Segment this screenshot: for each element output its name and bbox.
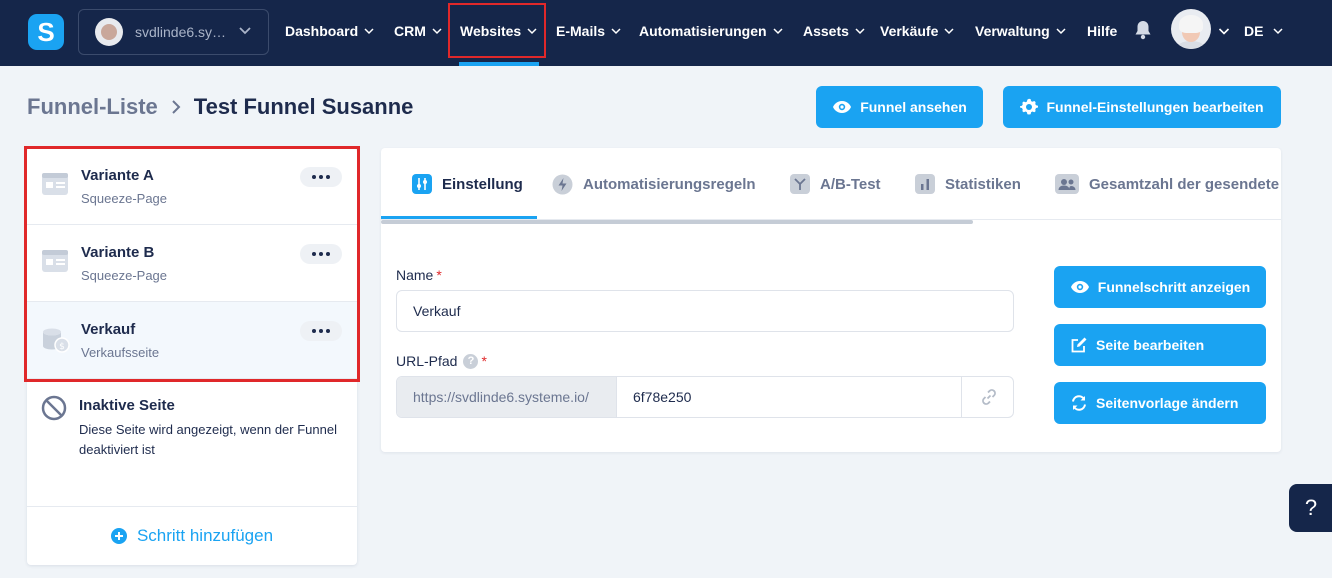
nav-verkaeufe[interactable]: Verkäufe — [880, 0, 954, 62]
bolt-icon — [552, 174, 573, 195]
bell-icon[interactable] — [1134, 20, 1152, 45]
tab-gesamtzahl[interactable]: Gesamtzahl der gesendete — [1055, 148, 1279, 220]
funnel-settings-button[interactable]: Funnel-Einstellungen bearbeiten — [1003, 86, 1281, 128]
steps-highlight-box — [24, 146, 360, 382]
funnel-settings-label: Funnel-Einstellungen bearbeiten — [1046, 99, 1264, 115]
bar-chart-icon — [915, 174, 935, 194]
add-step-label: Schritt hinzufügen — [136, 526, 274, 545]
users-icon — [1055, 174, 1079, 194]
tab-label: Automatisierungsregeln — [583, 175, 756, 193]
eye-icon — [833, 101, 852, 113]
nav-crm-label: CRM — [394, 23, 426, 39]
show-funnel-step-label: Funnelschritt anzeigen — [1097, 279, 1251, 295]
edit-page-button[interactable]: Seite bearbeiten — [1054, 324, 1266, 366]
show-funnel-step-button[interactable]: Funnelschritt anzeigen — [1054, 266, 1266, 308]
account-name: svdlinde6.sy… — [135, 24, 227, 40]
required-mark: * — [481, 353, 487, 369]
required-mark: * — [436, 267, 442, 283]
name-label-text: Name — [396, 267, 434, 283]
chevron-down-icon — [1056, 26, 1066, 36]
tab-label: A/B-Test — [820, 175, 881, 193]
tab-label: Gesamtzahl der gesendete — [1089, 175, 1280, 193]
change-template-label: Seitenvorlage ändern — [1096, 395, 1239, 411]
nav-hilfe-label: Hilfe — [1087, 23, 1118, 39]
language-label: DE — [1244, 23, 1264, 39]
name-input-value: Verkauf — [413, 303, 461, 319]
chevron-down-icon — [944, 26, 954, 36]
systeme-logo[interactable]: S — [28, 14, 64, 50]
tab-einstellung[interactable]: Einstellung — [412, 148, 523, 220]
plus-circle-icon — [110, 528, 127, 544]
page-title: Test Funnel Susanne — [193, 94, 414, 119]
nav-emails-label: E-Mails — [556, 23, 606, 39]
nav-verkaeufe-label: Verkäufe — [880, 23, 939, 39]
url-path-label: URL-Pfad ? * — [396, 353, 487, 369]
inactive-page-title: Inaktive Seite — [79, 397, 175, 414]
add-step-button[interactable]: Schritt hinzufügen — [27, 506, 357, 565]
breadcrumb-funnel-list[interactable]: Funnel-Liste — [27, 94, 158, 120]
chevron-right-icon — [170, 99, 182, 115]
inactive-page-description: Diese Seite wird angezeigt, wenn der Fun… — [79, 422, 337, 457]
active-nav-underline — [459, 62, 539, 66]
chevron-down-icon — [1273, 26, 1283, 36]
ban-icon — [41, 395, 67, 426]
user-avatar[interactable] — [1171, 9, 1211, 49]
view-funnel-label: Funnel ansehen — [860, 99, 967, 115]
url-path-input[interactable]: 6f78e250 — [617, 377, 961, 417]
breadcrumb: Funnel-Liste Test Funnel Susanne — [27, 94, 413, 120]
chevron-down-icon — [773, 26, 783, 36]
tab-ab-test[interactable]: A/B-Test — [790, 148, 881, 220]
top-navigation: S svdlinde6.sy… Dashboard CRM Websites E… — [0, 0, 1332, 66]
nav-crm[interactable]: CRM — [394, 0, 442, 62]
nav-emails[interactable]: E-Mails — [556, 0, 621, 62]
url-prefix: https://svdlinde6.systeme.io/ — [397, 377, 617, 417]
chevron-down-icon — [611, 26, 621, 36]
chevron-down-icon — [855, 26, 865, 36]
url-path-field: https://svdlinde6.systeme.io/ 6f78e250 — [396, 376, 1014, 418]
name-label: Name * — [396, 267, 442, 283]
account-switcher[interactable]: svdlinde6.sy… — [78, 9, 269, 55]
websites-highlight-box — [448, 3, 546, 58]
nav-hilfe[interactable]: Hilfe — [1087, 0, 1117, 62]
nav-dashboard-label: Dashboard — [285, 23, 359, 39]
nav-verwaltung-label: Verwaltung — [975, 23, 1050, 39]
chevron-down-icon — [364, 26, 374, 36]
question-mark-icon: ? — [1304, 495, 1318, 520]
tab-automatisierungsregeln[interactable]: Automatisierungsregeln — [552, 148, 756, 220]
tab-label: Statistiken — [945, 175, 1021, 193]
nav-verwaltung[interactable]: Verwaltung — [975, 0, 1066, 62]
tabs-scrollbar[interactable] — [381, 220, 973, 224]
language-switcher[interactable]: DE — [1244, 0, 1283, 62]
tab-bar: Einstellung Automatisierungsregeln A/B-T… — [381, 148, 1281, 220]
url-path-value: 6f78e250 — [633, 389, 692, 405]
nav-automatisierungen[interactable]: Automatisierungen — [639, 0, 783, 62]
account-avatar — [95, 18, 123, 46]
nav-assets-label: Assets — [803, 23, 849, 39]
gear-icon — [1020, 98, 1039, 115]
chevron-down-icon — [238, 23, 252, 42]
chevron-down-icon[interactable] — [1218, 24, 1230, 42]
nav-automatisierungen-label: Automatisierungen — [639, 23, 767, 39]
active-tab-underline — [381, 216, 537, 219]
link-icon[interactable] — [961, 377, 1013, 417]
tab-label: Einstellung — [442, 175, 523, 193]
help-button[interactable]: ? — [1289, 484, 1332, 532]
tab-statistiken[interactable]: Statistiken — [915, 148, 1021, 220]
change-template-button[interactable]: Seitenvorlage ändern — [1054, 382, 1266, 424]
nav-dashboard[interactable]: Dashboard — [285, 0, 374, 62]
name-input[interactable]: Verkauf — [396, 290, 1014, 332]
split-icon — [790, 174, 810, 194]
help-icon[interactable]: ? — [463, 353, 479, 369]
edit-page-label: Seite bearbeiten — [1096, 337, 1205, 353]
edit-icon — [1071, 337, 1087, 353]
nav-assets[interactable]: Assets — [803, 0, 865, 62]
view-funnel-button[interactable]: Funnel ansehen — [816, 86, 983, 128]
chevron-down-icon — [432, 26, 442, 36]
eye-icon — [1070, 281, 1089, 293]
url-path-label-text: URL-Pfad — [396, 353, 458, 369]
refresh-icon — [1072, 395, 1086, 411]
sliders-icon — [412, 174, 432, 194]
step-settings-card: Einstellung Automatisierungsregeln A/B-T… — [381, 148, 1281, 452]
